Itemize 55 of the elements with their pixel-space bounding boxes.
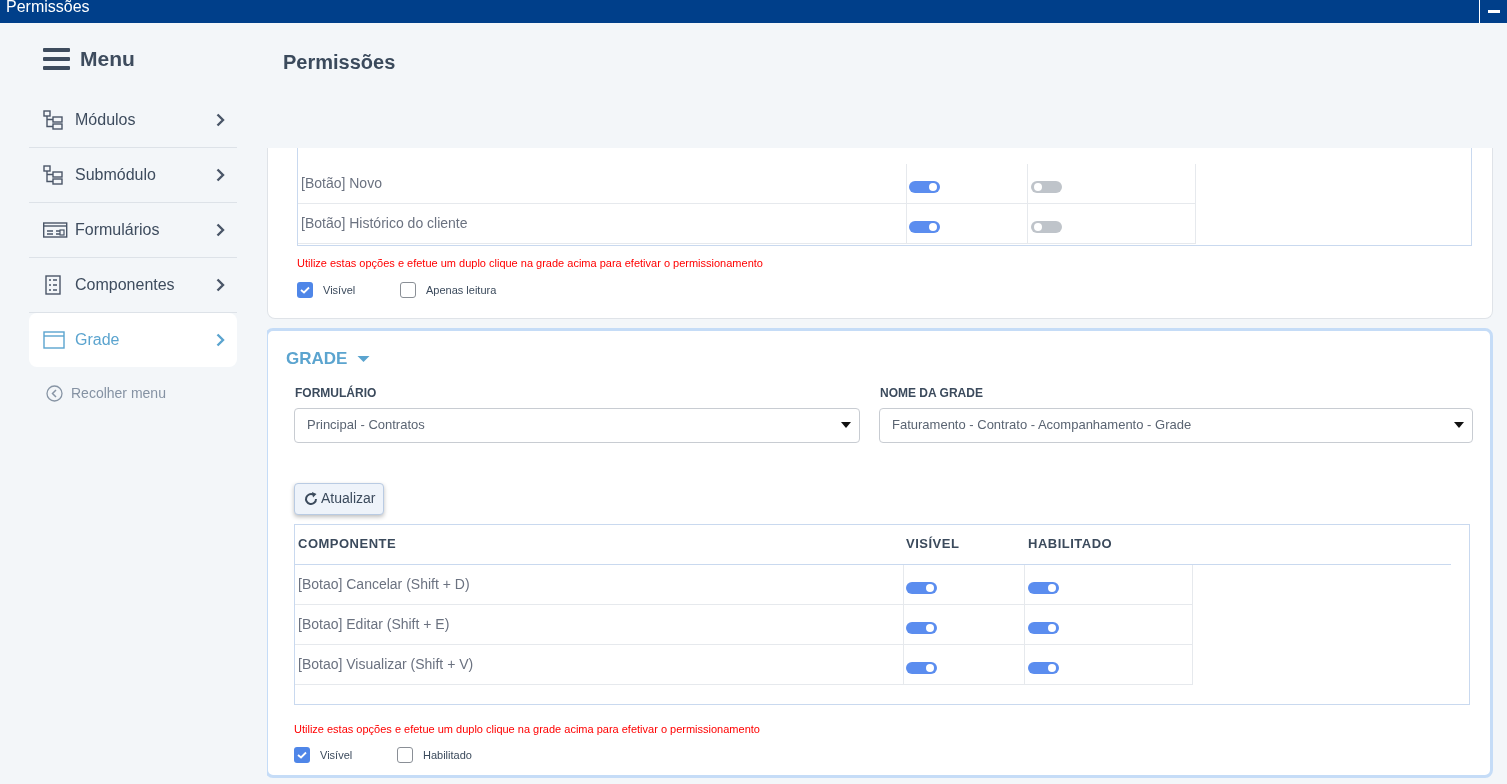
table-cell: [Botao] Visualizar (Shift + V)	[295, 644, 904, 684]
chevron-right-icon	[216, 168, 225, 182]
refresh-icon	[303, 490, 319, 507]
hint-text: Utilize estas opções e efetue um duplo clique na grade acima para efetivar o permissionamento	[297, 256, 764, 271]
select-field[interactable]: Principal - Contratos	[294, 407, 860, 443]
select-field[interactable]: Faturamento - Contrato - Acompanhamento - Grade	[879, 407, 1473, 443]
checkbox[interactable]	[297, 281, 313, 298]
column-header: HABILITADO	[1027, 535, 1114, 554]
sidebar-item[interactable]: Submódulo	[29, 148, 237, 203]
collapse-icon[interactable]	[46, 385, 63, 402]
checkbox-label: Habilitado	[423, 748, 472, 763]
dropdown-arrow-icon	[841, 422, 851, 428]
check-icon	[300, 285, 310, 294]
chevron-right-icon	[216, 333, 225, 347]
chevron-right-icon	[216, 223, 225, 237]
check-icon	[297, 751, 307, 760]
toggle-switch[interactable]	[1031, 181, 1062, 193]
sidebar-item-icon	[43, 220, 68, 240]
dropdown-arrow-icon	[1454, 422, 1464, 428]
checkbox-label: Visível	[320, 748, 353, 763]
toggle-switch[interactable]	[1028, 661, 1059, 674]
toggle-switch[interactable]	[1028, 621, 1059, 634]
field-label: FORMULÁRIO	[294, 384, 378, 402]
menu-title: Menu	[80, 46, 135, 73]
sidebar-item-icon	[43, 330, 68, 350]
hint-text: Utilize estas opções e efetue um duplo clique na grade acima para efetivar o permissionamento	[294, 721, 761, 737]
sidebar-item[interactable]: Módulos	[29, 93, 237, 148]
toggle-switch[interactable]	[906, 621, 937, 634]
chevron-right-icon	[216, 278, 225, 292]
checkbox[interactable]	[400, 281, 416, 298]
toggle-switch[interactable]	[1028, 581, 1059, 594]
toggle-switch[interactable]	[906, 661, 937, 674]
checkbox[interactable]	[397, 747, 413, 764]
checkbox[interactable]	[294, 747, 310, 764]
sidebar-item[interactable]: Formulários	[29, 203, 237, 258]
column-header: VISÍVEL	[905, 535, 961, 554]
toggle-switch[interactable]	[1031, 221, 1062, 233]
table-cell: [Botao] Cancelar (Shift + D)	[295, 564, 904, 604]
chevron-right-icon	[216, 113, 225, 127]
toggle-switch[interactable]	[906, 581, 937, 594]
table-cell: [Botao] Editar (Shift + E)	[295, 604, 904, 644]
menu-icon[interactable]	[43, 47, 70, 71]
toggle-switch[interactable]	[909, 181, 940, 193]
table-cell: [Botão] Novo	[298, 164, 907, 203]
column-header: COMPONENTE	[297, 535, 398, 554]
refresh-button[interactable]: Atualizar	[294, 482, 385, 515]
caret-icon[interactable]	[357, 354, 371, 363]
window-title: Permissões	[5, 0, 90, 15]
minimize-icon	[1487, 10, 1500, 13]
page-title: Permissões	[283, 50, 397, 75]
table-cell: [Botão] Histórico do cliente	[298, 204, 907, 243]
toggle-switch[interactable]	[909, 221, 940, 233]
checkbox-label: Visível	[323, 282, 356, 298]
field-label: NOME DA GRADE	[879, 384, 984, 402]
checkbox-label: Apenas leitura	[426, 282, 497, 298]
